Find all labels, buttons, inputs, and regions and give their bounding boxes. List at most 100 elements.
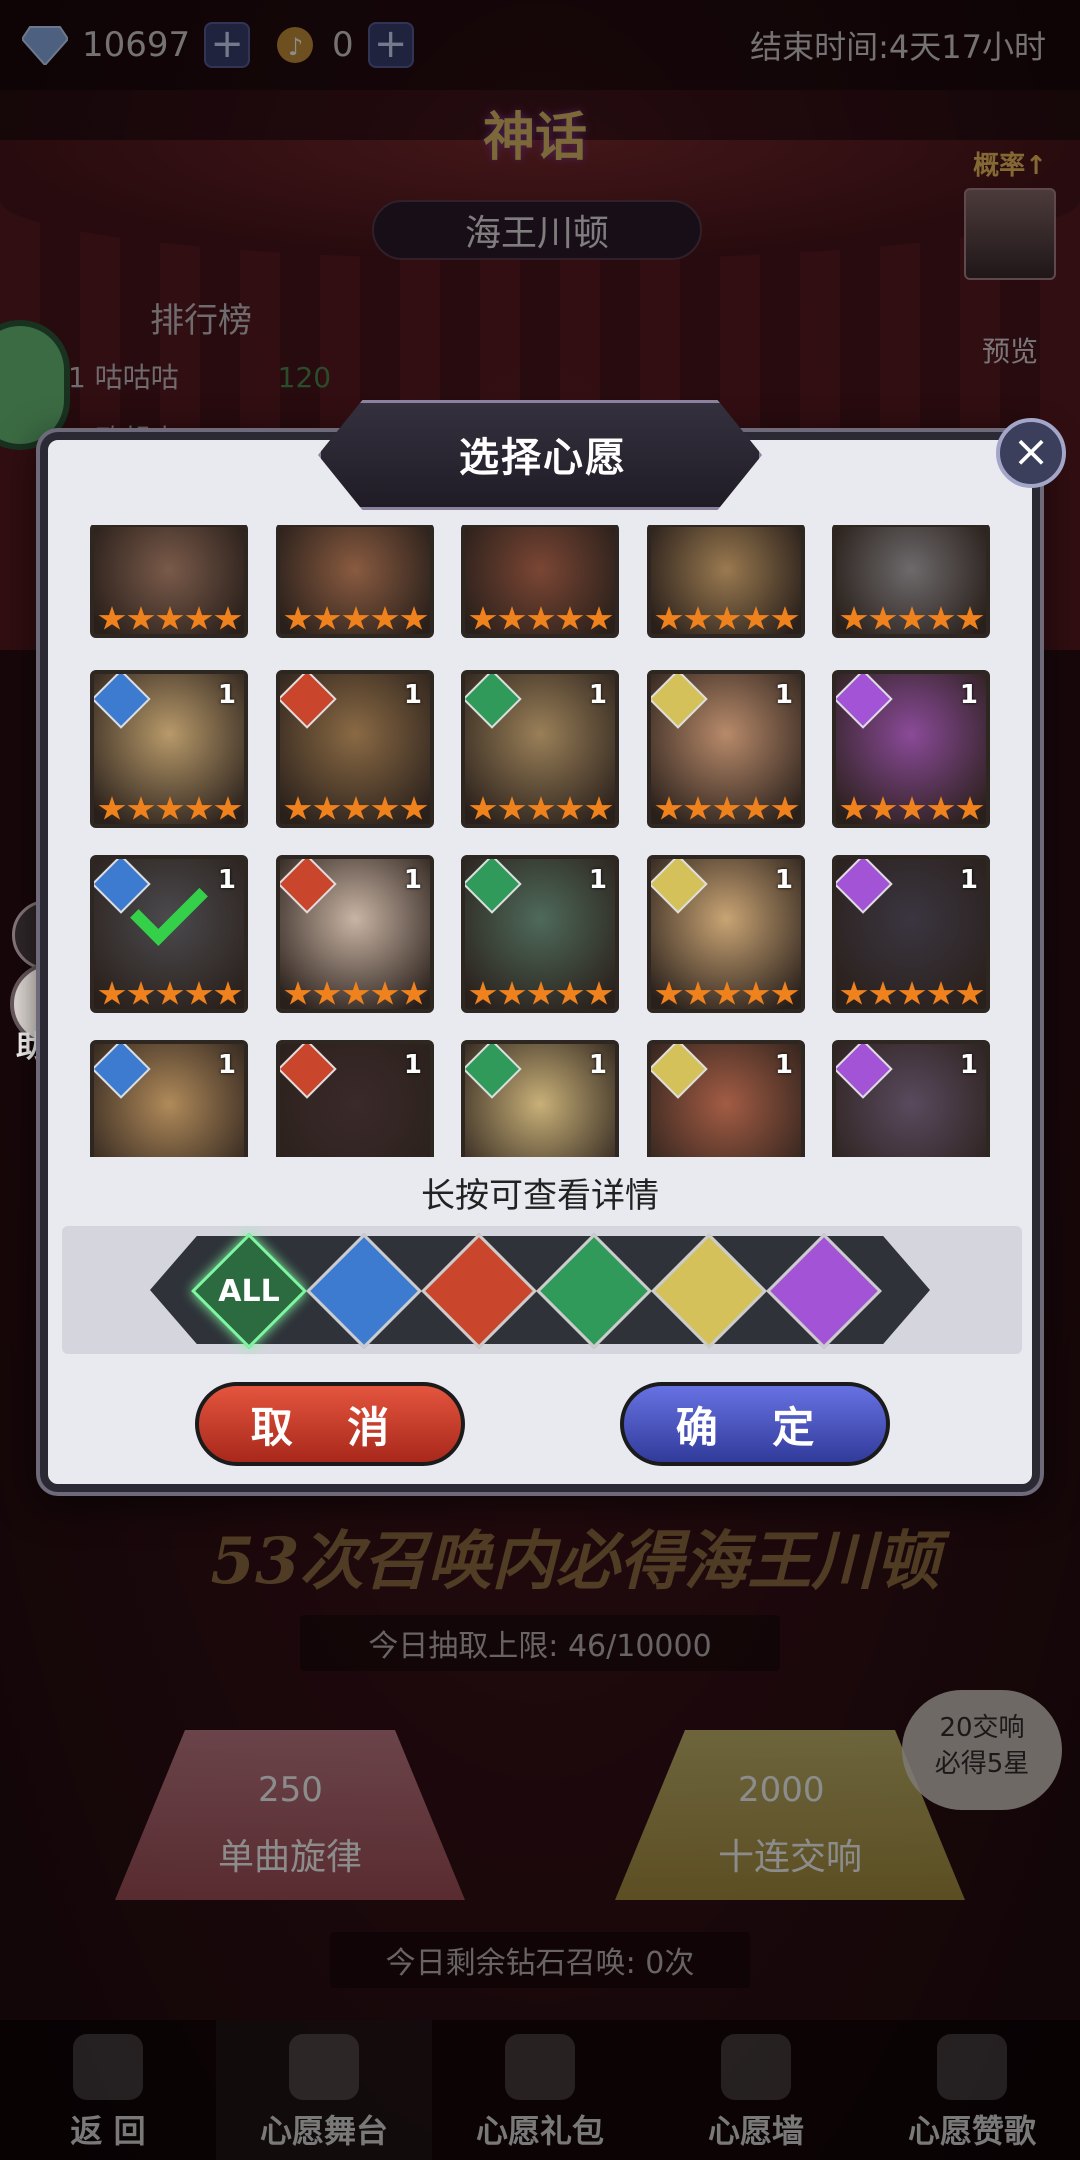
- hero-card[interactable]: [461, 525, 619, 638]
- star-icon: [469, 606, 497, 630]
- hero-card[interactable]: 1: [461, 670, 619, 828]
- star-rating: [98, 796, 244, 822]
- hero-card[interactable]: 1: [276, 1040, 434, 1157]
- star-icon: [214, 796, 242, 820]
- star-icon: [98, 606, 126, 630]
- cancel-button[interactable]: 取 消: [195, 1382, 465, 1466]
- hero-count: 1: [217, 1050, 236, 1080]
- star-icon: [898, 796, 926, 820]
- star-icon: [655, 606, 683, 630]
- star-icon: [956, 981, 984, 1005]
- hero-count: 1: [959, 680, 978, 710]
- star-rating: [655, 981, 801, 1007]
- hero-count: 1: [217, 680, 236, 710]
- star-icon: [156, 796, 184, 820]
- star-icon: [284, 606, 312, 630]
- star-icon: [214, 606, 242, 630]
- star-icon: [469, 981, 497, 1005]
- star-icon: [156, 606, 184, 630]
- star-icon: [869, 981, 897, 1005]
- hero-card[interactable]: 1: [832, 1040, 990, 1157]
- hero-count: 1: [588, 680, 607, 710]
- star-rating: [840, 606, 986, 632]
- hero-count: 1: [403, 865, 422, 895]
- star-icon: [313, 606, 341, 630]
- star-icon: [498, 606, 526, 630]
- star-icon: [527, 796, 555, 820]
- star-icon: [156, 981, 184, 1005]
- hero-card[interactable]: 1: [832, 855, 990, 1013]
- star-icon: [98, 796, 126, 820]
- star-icon: [527, 981, 555, 1005]
- hero-count: 1: [774, 1050, 793, 1080]
- star-icon: [313, 981, 341, 1005]
- hero-card[interactable]: [276, 525, 434, 638]
- dialog-title-plate: 选择心愿: [318, 400, 762, 510]
- star-rating: [655, 606, 801, 632]
- hero-count: 1: [959, 865, 978, 895]
- long-press-hint: 长按可查看详情: [421, 1176, 659, 1216]
- hero-count: 1: [217, 865, 236, 895]
- star-icon: [742, 981, 770, 1005]
- star-icon: [684, 606, 712, 630]
- hero-count: 1: [588, 1050, 607, 1080]
- star-icon: [284, 981, 312, 1005]
- star-rating: [284, 606, 430, 632]
- hero-card[interactable]: 1: [90, 670, 248, 828]
- hero-card[interactable]: 1: [647, 1040, 805, 1157]
- star-icon: [469, 796, 497, 820]
- hero-card[interactable]: [647, 525, 805, 638]
- hero-card[interactable]: 1: [461, 855, 619, 1013]
- star-icon: [956, 606, 984, 630]
- star-icon: [840, 981, 868, 1005]
- star-icon: [840, 796, 868, 820]
- star-icon: [284, 796, 312, 820]
- hero-card[interactable]: [832, 525, 990, 638]
- star-icon: [898, 606, 926, 630]
- star-icon: [127, 796, 155, 820]
- star-icon: [771, 606, 799, 630]
- star-icon: [869, 606, 897, 630]
- star-icon: [771, 796, 799, 820]
- game-screen: 10697 + ♪ 0 + 结束时间:4天17小时 神话 海王川顿 排行榜 1 …: [0, 0, 1080, 2160]
- filter-label: ALL: [218, 1273, 280, 1309]
- hero-card[interactable]: 1: [647, 855, 805, 1013]
- star-icon: [742, 606, 770, 630]
- hero-card[interactable]: 1: [90, 855, 248, 1013]
- star-rating: [840, 796, 986, 822]
- star-icon: [498, 796, 526, 820]
- star-rating: [655, 796, 801, 822]
- star-icon: [185, 606, 213, 630]
- hero-card[interactable]: [90, 525, 248, 638]
- star-icon: [684, 981, 712, 1005]
- star-icon: [342, 796, 370, 820]
- close-button[interactable]: ×: [996, 418, 1066, 488]
- hero-card[interactable]: 1: [461, 1040, 619, 1157]
- hero-card[interactable]: 1: [90, 1040, 248, 1157]
- star-icon: [898, 981, 926, 1005]
- star-rating: [469, 796, 615, 822]
- star-icon: [585, 981, 613, 1005]
- star-icon: [185, 796, 213, 820]
- star-icon: [342, 606, 370, 630]
- star-icon: [956, 796, 984, 820]
- star-icon: [371, 606, 399, 630]
- star-icon: [840, 606, 868, 630]
- star-icon: [214, 981, 242, 1005]
- star-icon: [127, 981, 155, 1005]
- star-icon: [655, 796, 683, 820]
- hero-card[interactable]: 1: [647, 670, 805, 828]
- hero-card[interactable]: 1: [276, 855, 434, 1013]
- star-icon: [185, 981, 213, 1005]
- star-rating: [284, 796, 430, 822]
- star-icon: [585, 796, 613, 820]
- hero-card[interactable]: 1: [832, 670, 990, 828]
- confirm-button[interactable]: 确 定: [620, 1382, 890, 1466]
- hero-grid: 1 1 1 1 1 1 1 1 1 1 1 1 1 1 1: [58, 525, 1022, 1157]
- star-rating: [98, 606, 244, 632]
- star-icon: [771, 981, 799, 1005]
- star-icon: [127, 606, 155, 630]
- hero-card[interactable]: 1: [276, 670, 434, 828]
- star-icon: [927, 796, 955, 820]
- hero-count: 1: [774, 680, 793, 710]
